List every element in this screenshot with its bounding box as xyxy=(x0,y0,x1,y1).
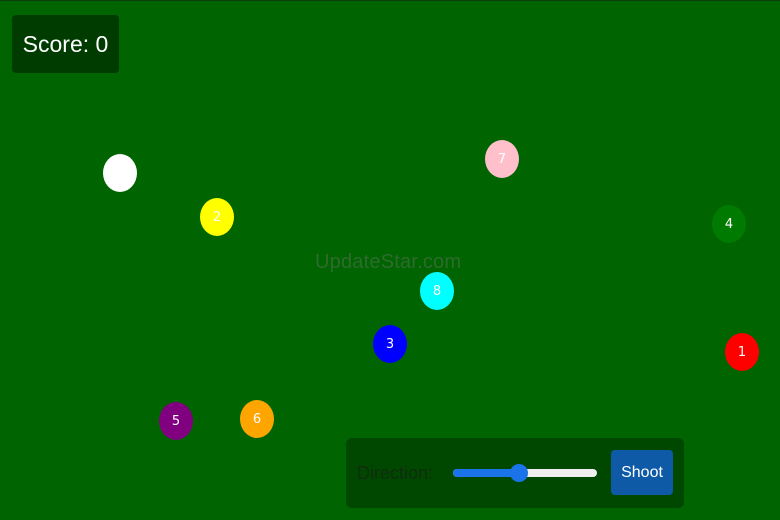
ball-5: 5 xyxy=(159,402,193,440)
score-display: Score: 0 xyxy=(12,15,119,73)
direction-label: Direction: xyxy=(357,463,434,483)
ball-2: 2 xyxy=(200,198,234,236)
cue-ball xyxy=(103,154,137,192)
direction-slider[interactable] xyxy=(453,464,597,482)
shot-controls: Direction: Shoot xyxy=(346,438,684,508)
ball-6: 6 xyxy=(240,400,274,438)
ball-8: 8 xyxy=(420,272,454,310)
ball-7: 7 xyxy=(485,140,519,178)
shoot-button[interactable]: Shoot xyxy=(611,450,673,495)
ball-1: 1 xyxy=(725,333,759,371)
watermark: UpdateStar.com xyxy=(315,251,462,273)
ball-3: 3 xyxy=(373,325,407,363)
pool-table: Score: 0 UpdateStar.com 2 7 4 8 3 1 5 6 … xyxy=(0,0,780,520)
ball-4: 4 xyxy=(712,205,746,243)
direction-slider-thumb[interactable] xyxy=(510,464,529,482)
